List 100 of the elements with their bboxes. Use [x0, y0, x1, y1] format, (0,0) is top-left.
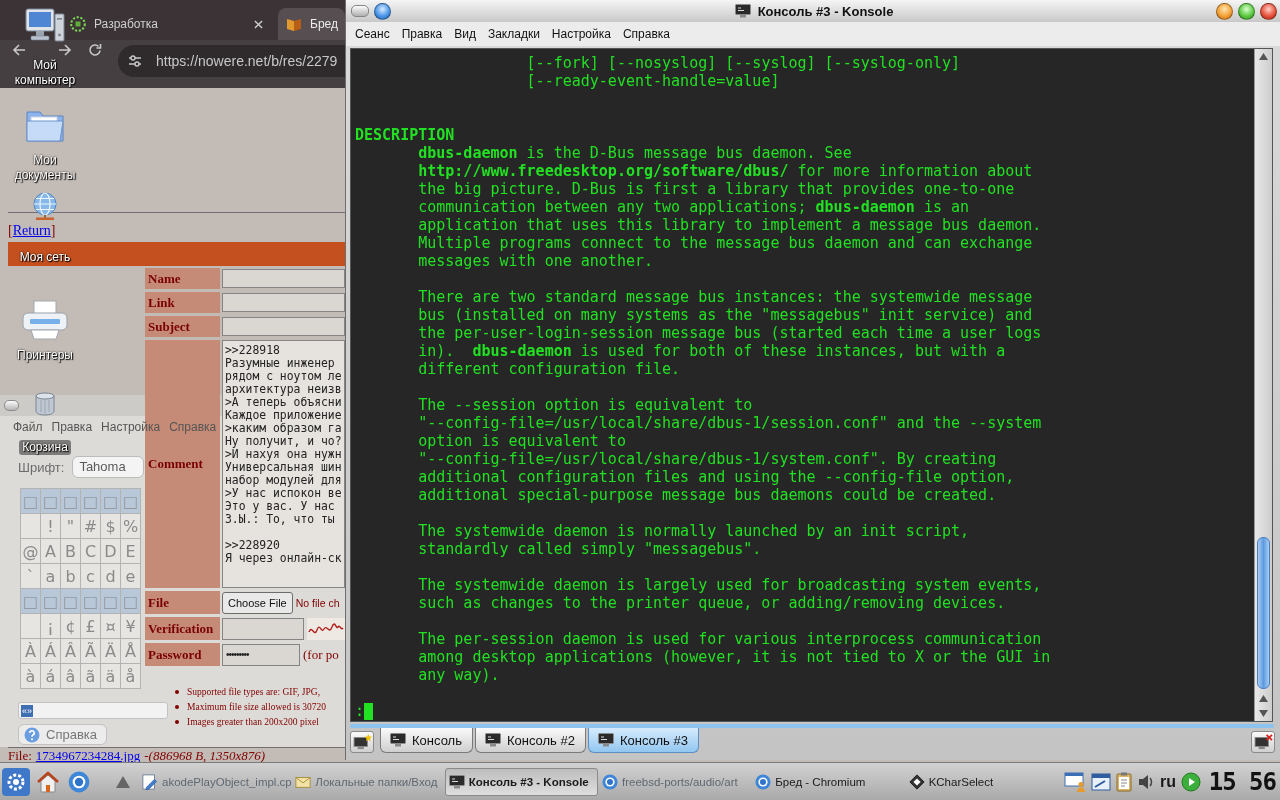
char-cell[interactable]: @ [21, 539, 41, 564]
char-cell[interactable]: d [101, 564, 121, 589]
taskbar-button[interactable]: KCharSelect [904, 767, 1058, 796]
char-cell[interactable]: $ [101, 514, 121, 539]
gear-icon[interactable] [2, 767, 30, 796]
char-cell[interactable]: â [61, 664, 81, 689]
char-cell[interactable]: □ [21, 589, 41, 614]
address-field[interactable]: https://nowere.net/b/res/2279 [118, 45, 345, 77]
desktop-icon-label[interactable]: Мой компьютер [2, 58, 88, 88]
scroll-up-icon[interactable] [1259, 53, 1268, 60]
back-icon[interactable] [12, 43, 26, 57]
char-cell[interactable]: □ [121, 489, 141, 514]
terminal-tab[interactable]: Консоль #2 [474, 728, 586, 753]
ring-icon[interactable] [68, 770, 90, 793]
taskbar-button[interactable]: Бред - Chromium [751, 767, 905, 796]
char-cell[interactable]: □ [101, 589, 121, 614]
window-icon[interactable] [1091, 772, 1111, 791]
terminal-tab[interactable]: Консоль #3 [587, 728, 699, 753]
char-cell[interactable]: ¥ [121, 614, 141, 639]
terminal-tab[interactable]: Консоль [380, 728, 473, 753]
desktop-icon-label[interactable]: Принтеры [17, 348, 73, 363]
house-icon[interactable] [36, 770, 60, 793]
forward-icon[interactable] [58, 43, 72, 57]
char-cell[interactable]: E [121, 539, 141, 564]
desktop-icon-label[interactable]: Мои документы [2, 153, 88, 183]
help-button[interactable]: Справка [18, 724, 107, 745]
char-cell[interactable]: Å [121, 639, 141, 664]
minimize-button[interactable] [1216, 2, 1233, 20]
comment-field[interactable]: >>228918 Разумные инженер рядом с ноутом ле архитектура неизв >А теперь объясни Каждое приложение >каким образом га Ну получит, и чо? >И нахуя она нужн Универсальная шин набор модулей для >У нас испокон ве Это у вас. У нас З.Ы.: То, что ты >>228920 Я через онлайн-ск [222, 340, 345, 588]
char-cell[interactable]: " [61, 514, 81, 539]
char-cell[interactable]: Á [41, 639, 61, 664]
char-cell[interactable]: □ [121, 589, 141, 614]
char-cell[interactable]: □ [81, 489, 101, 514]
close-icon[interactable] [254, 19, 263, 29]
char-cell[interactable]: ` [21, 564, 41, 589]
scroll-down-icon[interactable] [1259, 710, 1268, 717]
char-cell[interactable]: a [41, 564, 61, 589]
char-cell[interactable]: □ [41, 489, 61, 514]
char-cell[interactable]: Ã [81, 639, 101, 664]
taskbar-button[interactable]: Локальные папки/Вход [291, 767, 445, 796]
char-cell[interactable]: Â [61, 639, 81, 664]
char-cell[interactable]: b [61, 564, 81, 589]
play-icon[interactable] [1181, 771, 1201, 792]
password-field[interactable]: ••••••••• [222, 643, 300, 666]
char-cell[interactable]: A [41, 539, 61, 564]
char-cell[interactable]: # [81, 514, 101, 539]
menu-item[interactable]: Вид [448, 27, 482, 41]
taskbar-button[interactable]: freebsd-ports/audio/art [598, 767, 752, 796]
char-cell[interactable]: e [121, 564, 141, 589]
char-cell[interactable]: ¢ [61, 614, 81, 639]
reload-icon[interactable] [88, 43, 102, 57]
char-cell[interactable] [21, 514, 41, 539]
char-cell[interactable]: à [21, 664, 41, 689]
desktop-icon-label[interactable]: Корзина [19, 440, 71, 455]
text-input-field[interactable]: «» [18, 702, 168, 719]
text-input-field[interactable] [222, 269, 345, 288]
char-cell[interactable]: % [121, 514, 141, 539]
text-input-field[interactable] [222, 317, 345, 336]
new-tab-button[interactable] [350, 731, 374, 753]
char-cell[interactable]: □ [21, 489, 41, 514]
char-cell[interactable]: ! [41, 514, 61, 539]
close-tab-button[interactable] [1251, 731, 1275, 753]
char-cell[interactable]: B [61, 539, 81, 564]
text-input-field[interactable] [222, 293, 345, 312]
choose-file-button[interactable]: Choose File [222, 591, 293, 614]
triangle-icon[interactable] [116, 775, 130, 788]
menu-item[interactable]: Файл [13, 420, 43, 434]
char-cell[interactable]: □ [41, 589, 61, 614]
font-combo[interactable]: Tahoma [72, 456, 145, 478]
computer-icon[interactable] [25, 8, 65, 42]
scrollbar[interactable] [1254, 49, 1272, 721]
menu-item[interactable]: Правка [395, 27, 449, 41]
menu-item[interactable]: Закладки [481, 27, 546, 41]
char-cell[interactable] [21, 614, 41, 639]
char-cell[interactable]: □ [81, 589, 101, 614]
menu-item[interactable]: Справка [169, 420, 217, 434]
char-cell[interactable]: ã [81, 664, 101, 689]
char-cell[interactable]: á [41, 664, 61, 689]
scrollbar-thumb[interactable] [1257, 537, 1270, 689]
sticky-button[interactable] [374, 2, 391, 20]
scroll-up-icon[interactable] [1259, 695, 1268, 702]
captcha-input-field[interactable] [222, 617, 304, 640]
close-button[interactable] [1260, 2, 1277, 20]
file-link[interactable]: 1734967234284.jpg [35, 749, 141, 762]
sliders-icon[interactable] [128, 54, 142, 68]
char-cell[interactable]: ¡ [41, 614, 61, 639]
char-cell[interactable]: À [21, 639, 41, 664]
char-cell[interactable]: Ä [101, 639, 121, 664]
char-cell[interactable]: c [81, 564, 101, 589]
char-cell[interactable]: å [121, 664, 141, 689]
char-cell[interactable]: D [101, 539, 121, 564]
window-menu-button[interactable] [4, 400, 19, 411]
menu-item[interactable]: Настройка [545, 27, 617, 41]
char-cell[interactable]: ä [101, 664, 121, 689]
char-cell[interactable]: □ [61, 589, 81, 614]
browser-tab[interactable]: Бред [278, 8, 345, 40]
char-cell[interactable]: C [81, 539, 101, 564]
taskbar-button[interactable]: Консоль #3 - Konsole [444, 767, 598, 796]
keyboard-layout-indicator[interactable]: ru [1160, 772, 1176, 791]
trash-icon[interactable] [33, 392, 57, 416]
